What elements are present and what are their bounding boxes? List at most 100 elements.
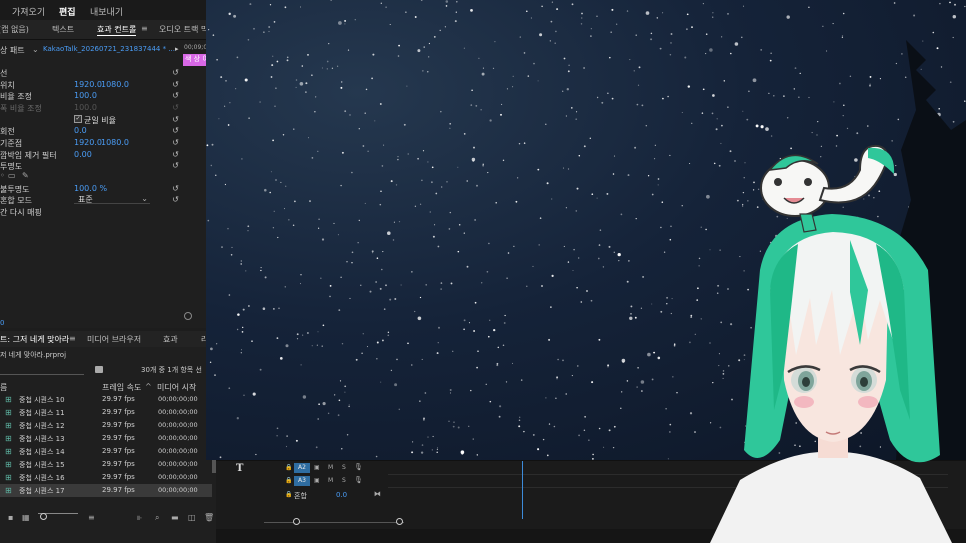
tab-export[interactable]: 내보내기 xyxy=(90,5,123,18)
star xyxy=(669,54,672,56)
column-name[interactable]: 름 xyxy=(0,382,7,393)
clip-name[interactable]: KakaoTalk_20260721_231837444 * ... xyxy=(43,45,175,53)
star xyxy=(711,112,714,115)
track-name[interactable]: A3 xyxy=(294,476,310,486)
zoom-scroll-handle[interactable] xyxy=(184,312,192,320)
reset-icon[interactable]: ↺ xyxy=(171,138,180,147)
search-input[interactable] xyxy=(0,365,84,375)
anchor-y-value[interactable]: 1080.0 xyxy=(101,138,129,147)
reset-icon[interactable]: ↺ xyxy=(171,80,180,89)
list-item[interactable]: ⊞ 중첩 시퀀스 12 29.97 fps 00;00;00;00 xyxy=(0,419,212,432)
tab-audio-track-mixer[interactable]: 오디오 트랙 믹 xyxy=(159,24,208,35)
panel-menu-icon[interactable]: ≡ xyxy=(141,24,148,33)
automate-icon[interactable]: ⊪ xyxy=(137,515,142,522)
star xyxy=(566,88,569,91)
bin-icon[interactable] xyxy=(95,366,103,373)
star xyxy=(591,193,594,196)
reset-icon[interactable]: ↺ xyxy=(171,195,180,204)
rect-mask-icon[interactable]: ▭ xyxy=(8,171,16,180)
scroll-end-handle[interactable] xyxy=(396,518,403,525)
clip-bar-label[interactable]: 색 상 이 xyxy=(183,54,206,66)
mask-tools: ◦ ▭ ✎ xyxy=(0,171,40,182)
reset-icon[interactable]: ↺ xyxy=(171,184,180,193)
lock-icon[interactable]: 🔒 xyxy=(285,491,292,498)
chevron-down-icon[interactable]: ⌄ xyxy=(32,45,39,54)
star xyxy=(628,260,630,262)
star xyxy=(515,200,518,203)
position-y-value[interactable]: 1080.0 xyxy=(101,80,129,89)
reset-icon[interactable]: ↺ xyxy=(171,91,180,100)
scale-value[interactable]: 100.0 xyxy=(74,91,97,100)
anchor-x-value[interactable]: 1920.0 xyxy=(74,138,102,147)
list-item[interactable]: ⊞ 중첩 시퀀스 10 29.97 fps 00;00;00;00 xyxy=(0,393,212,406)
playhead[interactable] xyxy=(522,461,523,519)
list-item[interactable]: ⊞ 중첩 시퀀스 16 29.97 fps 00;00;00;00 xyxy=(0,471,212,484)
reset-icon[interactable]: ↺ xyxy=(171,115,180,124)
list-item[interactable]: ⊞ 중첩 시퀀스 14 29.97 fps 00;00;00;00 xyxy=(0,445,212,458)
column-fps[interactable]: 프레임 속도 xyxy=(102,382,141,393)
lock-icon[interactable]: 🔒 xyxy=(285,477,292,484)
tab-project[interactable]: 트: 그저 네게 맞아라 xyxy=(0,334,69,345)
flicker-value[interactable]: 0.00 xyxy=(74,150,92,159)
star xyxy=(577,365,579,367)
sort-icon[interactable]: ^ xyxy=(145,382,152,391)
play-icon[interactable]: ▸ xyxy=(175,45,179,53)
icon-view-icon[interactable]: ▦ xyxy=(22,513,30,522)
reset-icon[interactable]: ↺ xyxy=(171,161,180,170)
new-item-icon[interactable]: ◫ xyxy=(188,513,196,522)
track-name[interactable]: A2 xyxy=(294,463,310,473)
clip-selector[interactable]: 상 패트 ⌄ KakaoTalk_20260721_231837444 * ..… xyxy=(0,42,211,66)
trash-icon[interactable]: 🗑 xyxy=(204,513,214,522)
type-tool-icon[interactable]: T xyxy=(236,463,243,474)
scroll-start-handle[interactable] xyxy=(293,518,300,525)
star xyxy=(581,17,583,19)
star xyxy=(412,441,414,443)
tab-text[interactable]: 텍스트 xyxy=(52,24,74,35)
position-x-value[interactable]: 1920.0 xyxy=(74,80,102,89)
solo-button[interactable]: S xyxy=(342,477,346,484)
reset-icon[interactable]: ↺ xyxy=(171,68,180,77)
tab-media-browser[interactable]: 미디어 브라우저 xyxy=(87,334,141,345)
mute-button[interactable]: M xyxy=(328,464,333,471)
microphone-icon[interactable]: 🎙 xyxy=(354,476,363,484)
mix-end-icon[interactable]: ⧓ xyxy=(374,490,381,498)
star xyxy=(705,53,707,55)
solo-button[interactable]: S xyxy=(342,464,346,471)
column-media-start[interactable]: 미디어 시작 xyxy=(157,382,196,393)
list-item[interactable]: ⊞ 중첩 시퀀스 15 29.97 fps 00;00;00;00 xyxy=(0,458,212,471)
list-item[interactable]: ⊞ 중첩 시퀀스 17 29.97 fps 00;00;00;00 xyxy=(0,484,212,497)
uniform-scale-checkbox[interactable]: ✓ xyxy=(74,115,82,123)
star xyxy=(712,16,714,18)
tab-captions[interactable]: (캡 없음) xyxy=(0,24,29,35)
tab-effects[interactable]: 효과 xyxy=(163,334,178,345)
tab-edit[interactable]: 편집 xyxy=(59,5,76,22)
star xyxy=(341,151,344,154)
pen-mask-icon[interactable]: ✎ xyxy=(22,171,29,180)
list-item[interactable]: ⊞ 중첩 시퀀스 11 29.97 fps 00;00;00;00 xyxy=(0,406,212,419)
tab-effect-controls[interactable]: 효과 컨트롤 xyxy=(97,24,137,36)
star xyxy=(607,92,609,94)
rotation-value[interactable]: 0.0 xyxy=(74,126,87,135)
star xyxy=(760,49,763,51)
opacity-value[interactable]: 100.0 % xyxy=(74,184,107,193)
list-view-icon[interactable]: ▪ xyxy=(8,513,13,522)
star xyxy=(317,331,319,333)
find-icon[interactable]: ⌕ xyxy=(155,513,159,523)
blend-mode-select[interactable]: 표준 ⌄ xyxy=(74,194,150,204)
tab-import[interactable]: 가져오기 xyxy=(12,5,45,18)
new-bin-icon[interactable]: ▬ xyxy=(171,513,179,522)
sort-icons-icon[interactable]: ≡ xyxy=(88,513,95,522)
reset-icon[interactable]: ↺ xyxy=(171,126,180,135)
panel-menu-icon[interactable]: ≡ xyxy=(69,334,76,343)
list-item[interactable]: ⊞ 중첩 시퀀스 13 29.97 fps 00;00;00;00 xyxy=(0,432,212,445)
mix-volume-value[interactable]: 0.0 xyxy=(336,491,347,499)
mute-button[interactable]: M xyxy=(328,477,333,484)
timeline-scrollbar[interactable] xyxy=(264,522,404,523)
reset-icon[interactable]: ↺ xyxy=(171,150,180,159)
lock-icon[interactable]: 🔒 xyxy=(285,464,292,471)
microphone-icon[interactable]: 🎙 xyxy=(354,463,363,471)
zoom-slider-knob[interactable] xyxy=(40,513,47,520)
ellipse-mask-icon[interactable]: ◦ xyxy=(0,171,5,180)
sync-icon[interactable]: ▣ xyxy=(314,464,320,471)
sync-icon[interactable]: ▣ xyxy=(314,477,320,484)
